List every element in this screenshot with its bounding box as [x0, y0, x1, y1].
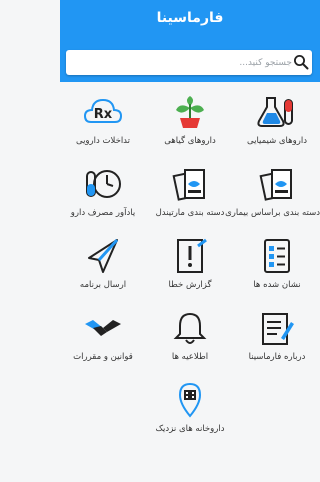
about-notes-icon: [257, 308, 297, 348]
handshake-icon: [83, 308, 123, 348]
send-app-icon: [83, 236, 123, 276]
menu-item-send-app[interactable]: ارسال برنامه: [60, 232, 146, 304]
menu-item-bookmarks[interactable]: نشان شده ها: [234, 232, 320, 304]
menu-item-label: یادآور مصرف دارو: [70, 208, 136, 218]
menu-item-chemical-drugs[interactable]: داروهای شیمیایی: [234, 88, 320, 160]
menu-item-notifications[interactable]: اطلاعیه ها: [147, 304, 233, 376]
search-input[interactable]: [72, 50, 296, 75]
category-book-icon: [170, 164, 210, 204]
menu-item-disease-category[interactable]: دسته بندی براساس بیماری: [225, 160, 320, 232]
menu-item-terms[interactable]: قوانین و مقررات: [60, 304, 146, 376]
menu-item-label: قوانین و مقررات: [73, 352, 133, 362]
menu-item-label: اطلاعیه ها: [171, 352, 209, 362]
menu-item-report-error[interactable]: گزارش خطا: [147, 232, 233, 304]
app-title: فارماسینا: [156, 10, 224, 26]
menu-item-label: دسته بندی مارتیندل: [155, 208, 225, 218]
report-error-icon: [170, 236, 210, 276]
rx-cloud-icon: Rx: [83, 92, 123, 132]
menu-item-label: نشان شده ها: [253, 280, 301, 290]
menu-item-label: دسته بندی براساس بیماری: [225, 208, 320, 218]
pill-clock-icon: [83, 164, 123, 204]
pharmacy-location-icon: [170, 380, 210, 420]
svg-text:Rx: Rx: [94, 107, 113, 122]
menu-item-herbal-drugs[interactable]: داروهای گیاهی: [147, 88, 233, 160]
menu-item-drug-interactions[interactable]: Rx تداخلات دارویی: [60, 88, 146, 160]
menu-grid: داروهای شیمیایی داروهای گیاهی Rx تداخلات…: [60, 88, 320, 478]
category-cards-icon: [257, 164, 297, 204]
menu-item-label: گزارش خطا: [168, 280, 212, 290]
bookmark-list-icon: [257, 236, 297, 276]
menu-item-label: داروهای گیاهی: [164, 136, 216, 146]
menu-item-about[interactable]: درباره فارماسینا: [234, 304, 320, 376]
menu-item-label: داروهای شیمیایی: [247, 136, 307, 146]
menu-item-drug-reminder[interactable]: یادآور مصرف دارو: [60, 160, 146, 232]
search-bar[interactable]: [66, 50, 312, 75]
flask-pill-icon: [257, 92, 297, 132]
menu-item-label: درباره فارماسینا: [248, 352, 306, 362]
menu-item-nearby-pharmacies[interactable]: داروخانه های نزدیک: [147, 376, 233, 448]
herb-plant-icon: [170, 92, 210, 132]
menu-item-label: داروخانه های نزدیک: [155, 424, 225, 434]
menu-item-label: ارسال برنامه: [79, 280, 127, 290]
bell-icon: [170, 308, 210, 348]
app-bar: فارماسینا: [60, 0, 320, 82]
menu-item-label: تداخلات دارویی: [75, 136, 131, 146]
menu-item-martindale-category[interactable]: دسته بندی مارتیندل: [147, 160, 233, 232]
